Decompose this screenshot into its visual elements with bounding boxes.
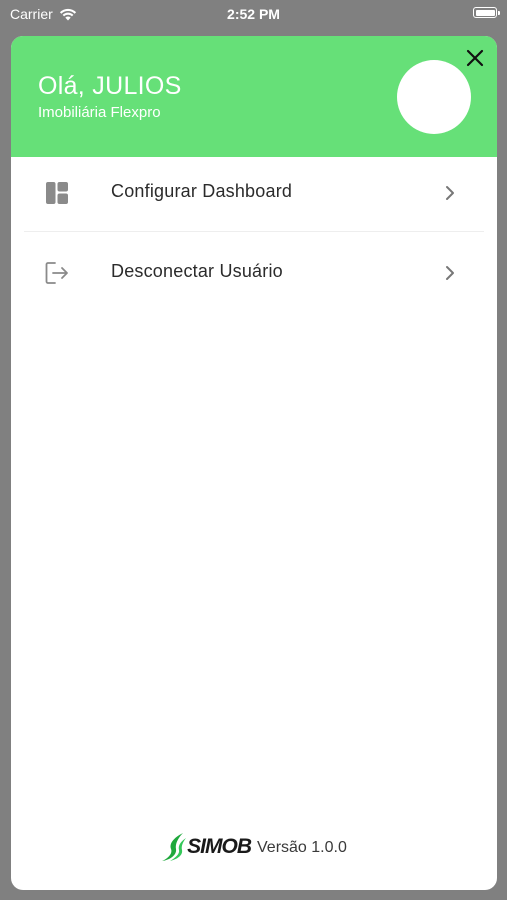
battery-icon	[473, 7, 500, 18]
status-bar: Carrier 2:52 PM	[0, 0, 507, 30]
logout-icon	[45, 262, 68, 284]
menu-item-desconectar-usuario[interactable]: Desconectar Usuário	[11, 237, 497, 311]
app-version: Versão 1.0.0	[257, 839, 347, 856]
avatar[interactable]	[397, 60, 471, 134]
company-name: Imobiliária Flexpro	[38, 104, 161, 121]
close-icon[interactable]	[463, 46, 487, 70]
simob-logo-icon	[162, 833, 187, 861]
user-greeting: Olá, JULIOS	[38, 72, 182, 100]
chevron-right-icon	[446, 186, 454, 200]
menu-item-label: Desconectar Usuário	[111, 261, 283, 281]
chevron-right-icon	[446, 266, 454, 280]
menu-item-configurar-dashboard[interactable]: Configurar Dashboard	[11, 157, 497, 231]
profile-header: Olá, JULIOS Imobiliária Flexpro	[11, 36, 497, 157]
simob-logo: SIMOB	[161, 832, 252, 862]
menu-item-label: Configurar Dashboard	[111, 181, 293, 201]
logo-text: SIMOB	[187, 835, 252, 858]
status-time: 2:52 PM	[227, 6, 280, 22]
side-menu-sheet: Olá, JULIOS Imobiliária Flexpro Configur…	[11, 36, 497, 890]
divider	[24, 231, 484, 232]
dashboard-icon	[46, 182, 68, 204]
app-footer: SIMOB Versão 1.0.0	[11, 829, 497, 865]
